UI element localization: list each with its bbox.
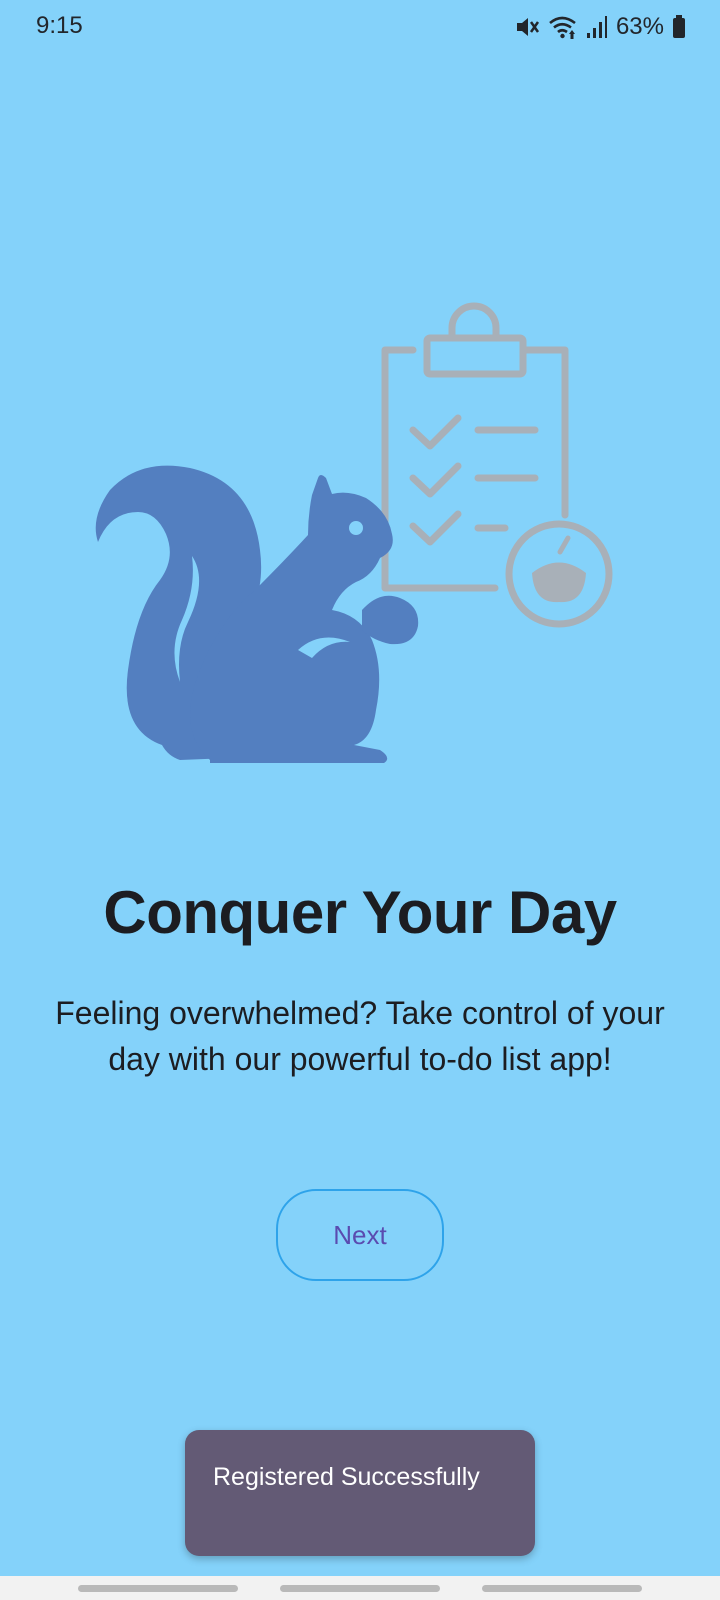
toast-message: Registered Successfully [185,1430,535,1556]
status-bar: 9:15 63% [0,0,720,56]
nav-recents-button[interactable] [78,1585,238,1592]
status-time: 9:15 [36,12,83,39]
navigation-bar [0,1576,720,1600]
battery-percentage: 63% [615,13,664,40]
signal-icon [586,14,608,40]
wifi-icon [548,14,578,40]
battery-icon [672,15,686,39]
squirrel-icon [95,465,419,763]
status-icons: 63% [514,12,686,42]
onboarding-illustration [95,302,613,763]
next-button[interactable]: Next [276,1189,444,1281]
nav-back-button[interactable] [482,1585,642,1592]
mute-icon [514,14,540,40]
toast-text: Registered Successfully [213,1463,480,1491]
clipboard-checklist-icon [381,302,569,592]
onboarding-description: Feeling overwhelmed? Take control of you… [55,995,665,1077]
onboarding-title: Conquer Your Day [103,879,617,946]
acorn-badge-icon [505,520,613,628]
nav-home-button[interactable] [280,1585,440,1592]
